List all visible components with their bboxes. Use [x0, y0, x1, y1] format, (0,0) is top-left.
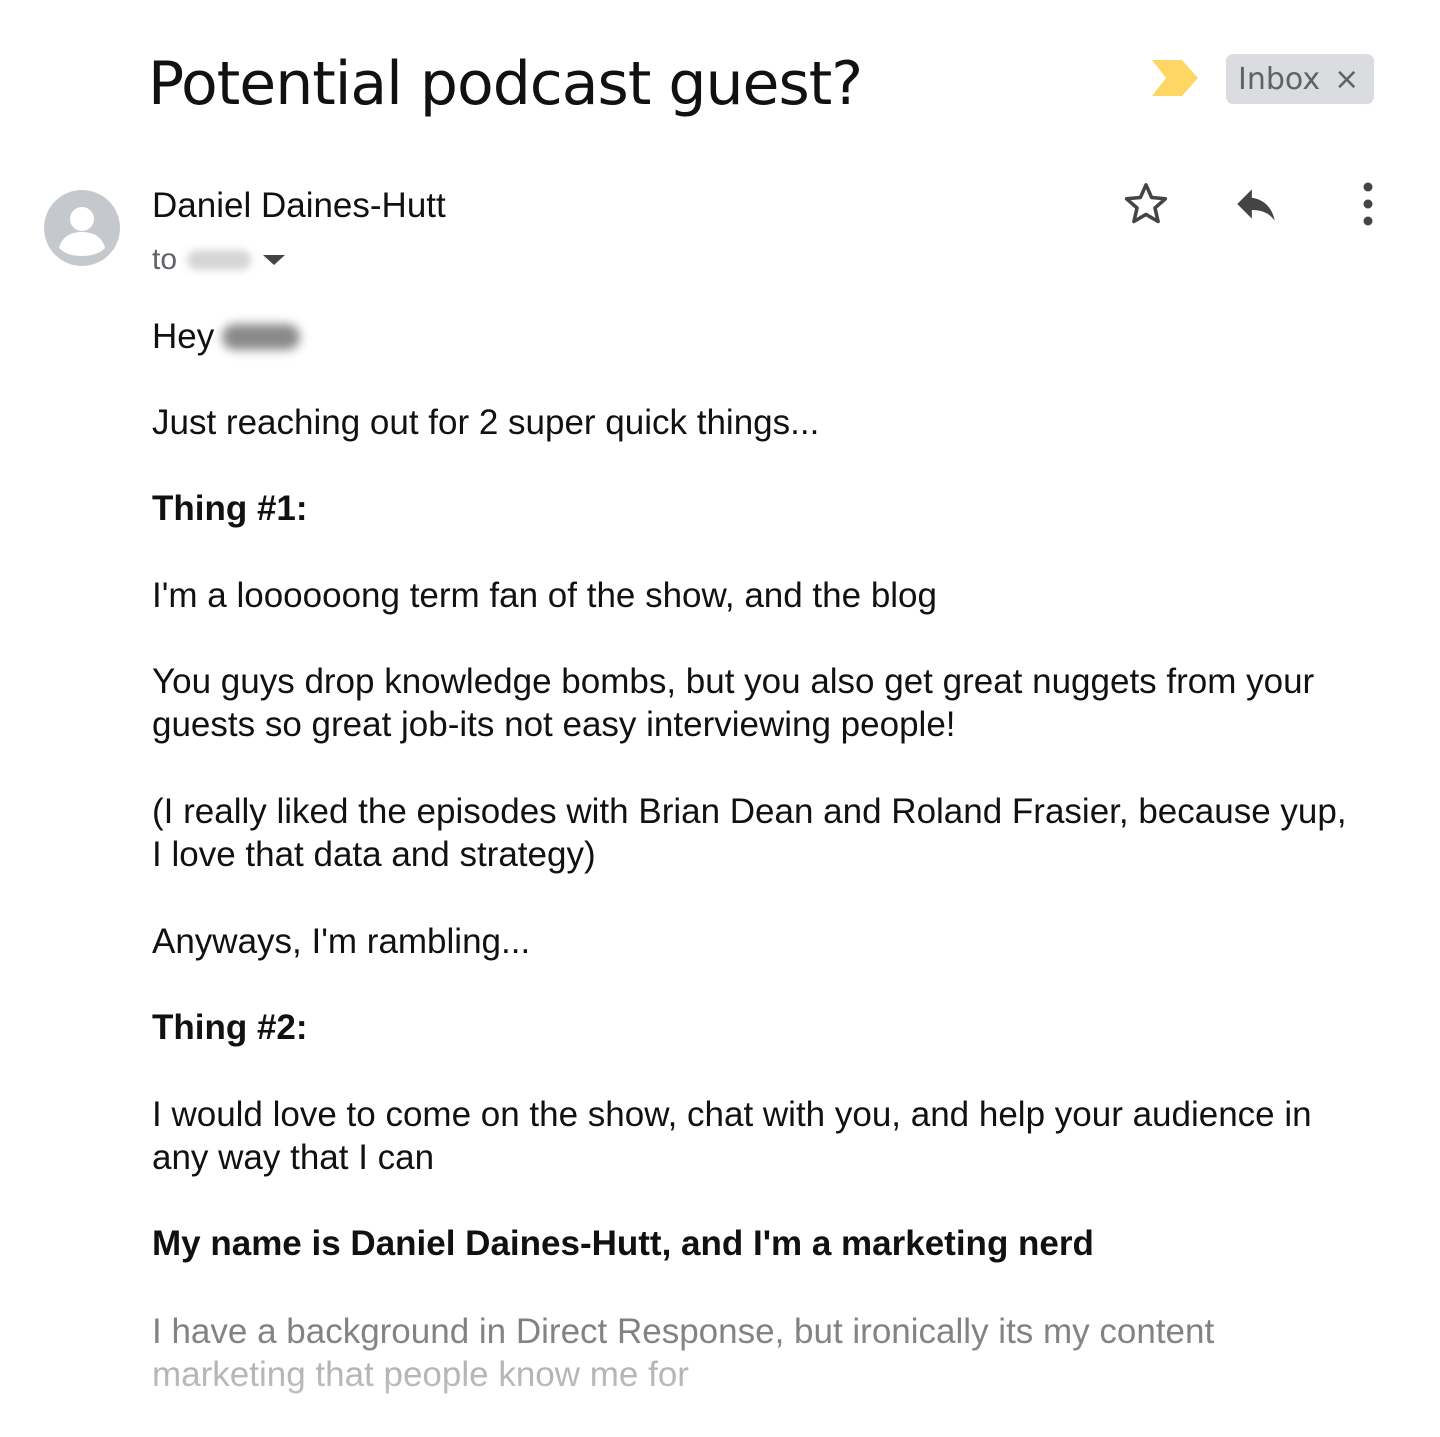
sender-avatar-icon[interactable] [44, 190, 120, 266]
body-heading-thing-2: Thing #2: [152, 1008, 308, 1047]
body-paragraph-3-line-1: You guys drop knowledge bombs, but you a… [152, 662, 1315, 701]
greeting-text: Hey [152, 317, 215, 356]
body-heading-thing-1: Thing #1: [152, 489, 308, 528]
body-paragraph-7: I have a background in Direct Response, … [152, 1310, 1422, 1396]
reply-icon [1237, 189, 1275, 221]
important-marker-icon[interactable] [1152, 60, 1198, 96]
body-paragraph-3: You guys drop knowledge bombs, but you a… [152, 660, 1422, 746]
body-paragraph-4-line-2: I love that data and strategy) [152, 835, 596, 874]
body-paragraph-6: I would love to come on the show, chat w… [152, 1093, 1422, 1179]
greeting-line: Hey [152, 315, 1422, 358]
inbox-label-chip: Inbox × [1226, 54, 1374, 104]
star-outline-icon [1124, 183, 1168, 224]
body-paragraph-4: (I really liked the episodes with Brian … [152, 790, 1422, 876]
to-label: to [152, 243, 178, 276]
sender-name[interactable]: Daniel Daines-Hutt [152, 186, 446, 226]
body-paragraph-4-line-1: (I really liked the episodes with Brian … [152, 792, 1347, 831]
inbox-label-text: Inbox [1238, 61, 1321, 97]
body-paragraph-7-line-2: marketing that people know me for [152, 1355, 689, 1394]
remove-label-icon[interactable]: × [1334, 62, 1359, 97]
body-paragraph-5: Anyways, I'm rambling... [152, 922, 531, 961]
more-vertical-icon [1363, 182, 1373, 226]
star-button[interactable] [1119, 177, 1173, 231]
recipient-details-dropdown-icon[interactable] [263, 255, 286, 265]
redacted-recipient [187, 250, 252, 270]
body-paragraph-2: I'm a loooooong term fan of the show, an… [152, 576, 937, 615]
more-options-button[interactable] [1341, 177, 1395, 231]
body-paragraph-3-line-2: guests so great job-its not easy intervi… [152, 705, 956, 744]
email-subject: Potential podcast guest? [148, 49, 863, 119]
reply-button[interactable] [1229, 177, 1283, 231]
body-paragraph-7-line-1: I have a background in Direct Response, … [152, 1312, 1215, 1351]
body-paragraph-6-line-1: I would love to come on the show, chat w… [152, 1095, 1312, 1134]
body-paragraph-6-line-2: any way that I can [152, 1138, 435, 1177]
recipient-line: to [152, 240, 286, 280]
redacted-recipient-name [222, 324, 301, 350]
body-paragraph-1: Just reaching out for 2 super quick thin… [152, 403, 820, 442]
body-heading-intro: My name is Daniel Daines-Hutt, and I'm a… [152, 1224, 1094, 1263]
